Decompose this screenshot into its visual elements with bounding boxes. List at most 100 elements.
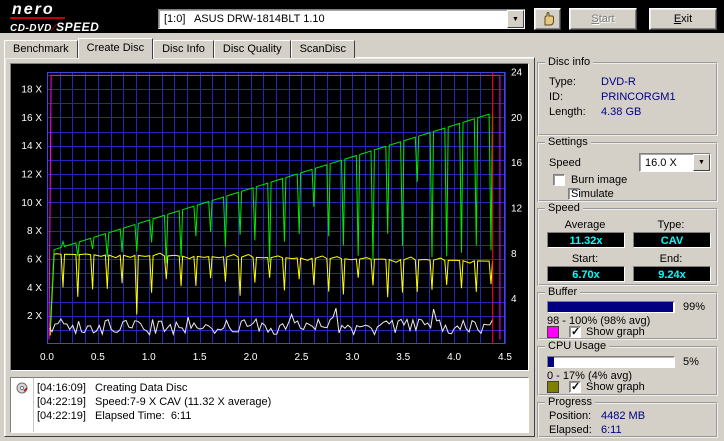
elapsed-row: Elapsed: 6:11 [549, 424, 712, 437]
position-label: Position: [549, 410, 592, 422]
svg-text:14 X: 14 X [21, 141, 42, 152]
drive-select-value: [1:0] ASUS DRW-1814BLT 1.10 [164, 13, 325, 25]
buffer-percent: 99% [683, 301, 706, 313]
log-message: Elapsed Time: 6:11 [95, 410, 192, 422]
position-row: Position: 4482 MB [549, 410, 712, 423]
start-button[interactable]: Start [569, 8, 637, 30]
burn-image-checkbox[interactable] [553, 174, 565, 186]
buffer-show-graph-checkbox[interactable] [569, 325, 581, 338]
settings-title: Settings [545, 136, 591, 148]
disc-type-value: DVD-R [601, 76, 636, 88]
svg-text:18 X: 18 X [21, 85, 42, 96]
app-window: nero CD-DVD⁄SPEED [1:0] ASUS DRW-1814BLT… [0, 0, 724, 441]
dropdown-arrow-icon[interactable]: ▼ [693, 154, 710, 171]
speed-stats-title: Speed [545, 202, 583, 214]
exit-button-label: Exit [673, 13, 693, 25]
cpu-color-swatch [547, 381, 559, 393]
tab-scandisc[interactable]: ScanDisc [290, 40, 356, 58]
svg-text:1.0: 1.0 [142, 352, 156, 363]
start-speed-value: 6.70x [547, 266, 625, 282]
settings-panel: Settings Speed 16.0 X ▼ Burn image Simul… [537, 136, 718, 202]
exit-button[interactable]: Exit [649, 8, 717, 30]
tab-disc-info[interactable]: Disc Info [153, 40, 214, 58]
svg-text:4: 4 [511, 294, 517, 305]
disc-length-value: 4.38 GB [601, 106, 642, 118]
cpu-panel: CPU Usage 5% 0 - 17% (4% avg) Show graph [537, 340, 718, 396]
tab-strip: Benchmark Create Disc Disc Info Disc Qua… [4, 37, 356, 59]
speed-select[interactable]: 16.0 X ▼ [639, 153, 711, 172]
burn-image-label: Burn image [571, 174, 628, 186]
speed-select-value: 16.0 X [645, 156, 677, 169]
speed-stats-panel: Speed Average Type: 11.32x CAV Start: En… [537, 202, 718, 286]
status-log: [04:16:09] Creating Data Disc [04:22:19]… [10, 377, 529, 433]
end-header: End: [659, 253, 683, 265]
buffer-panel: Buffer 99% 98 - 100% (98% avg) Show grap… [537, 286, 718, 340]
svg-text:4 X: 4 X [27, 283, 42, 294]
svg-text:8: 8 [511, 249, 517, 260]
svg-text:2 X: 2 X [27, 311, 42, 322]
disc-type-row: Type: DVD-R [549, 76, 712, 89]
log-row: [04:22:19] Elapsed Time: 6:11 [11, 409, 528, 423]
cpu-show-graph-checkbox[interactable] [569, 380, 581, 393]
elapsed-label: Elapsed: [549, 424, 592, 436]
speed-chart: 2 X 4 X 6 X 8 X 10 X 12 X 14 X 16 X 18 X 4 8 12 16 20… [10, 63, 529, 371]
log-timestamp: [04:22:19] [37, 410, 86, 422]
cpu-show-graph-label: Show graph [586, 381, 645, 393]
log-message: Creating Data Disc [95, 382, 188, 394]
progress-panel: Progress Position: 4482 MB Elapsed: 6:11 [537, 396, 718, 438]
speed-setting-label: Speed [549, 157, 581, 169]
buffer-progress-bar [547, 301, 675, 313]
log-timestamp: [04:22:19] [37, 396, 86, 408]
position-value: 4482 MB [601, 410, 646, 422]
svg-text:3.5: 3.5 [396, 352, 410, 363]
log-row: [04:22:19] Speed:7-9 X CAV (11.32 X aver… [11, 395, 528, 409]
hand-tool-button[interactable] [534, 8, 561, 30]
elapsed-value: 6:11 [601, 424, 622, 436]
end-speed-value: 9.24x [633, 266, 711, 282]
hand-icon [544, 11, 554, 26]
svg-text:10 X: 10 X [21, 198, 42, 209]
log-divider [33, 378, 34, 432]
disc-info-panel: Disc info Type: DVD-R ID: PRINCORGM1 Lengt… [537, 56, 718, 136]
average-header: Average [564, 219, 606, 231]
writing-disc-icon [11, 382, 33, 394]
tab-disc-quality[interactable]: Disc Quality [213, 40, 291, 58]
disc-id-label: ID: [549, 91, 564, 103]
disc-id-row: ID: PRINCORGM1 [549, 91, 712, 104]
svg-text:4.5: 4.5 [498, 352, 512, 363]
disc-info-title: Disc info [545, 56, 594, 68]
svg-text:0.5: 0.5 [91, 352, 105, 363]
log-row: [04:16:09] Creating Data Disc [11, 381, 528, 395]
nero-wordmark: nero [10, 2, 65, 19]
svg-text:16 X: 16 X [21, 113, 42, 124]
svg-text:12: 12 [511, 204, 523, 215]
svg-text:4.0: 4.0 [447, 352, 461, 363]
simulate-label: Simulate [571, 188, 614, 200]
buffer-title: Buffer [545, 286, 581, 298]
disc-type-label: Type: [549, 76, 576, 88]
drive-select[interactable]: [1:0] ASUS DRW-1814BLT 1.10 ▼ [158, 9, 525, 29]
svg-text:12 X: 12 X [21, 170, 42, 181]
cdvdspeed-wordmark: CD-DVD⁄SPEED [10, 20, 99, 34]
log-message: Speed:7-9 X CAV (11.32 X average) [95, 396, 272, 408]
svg-text:1.5: 1.5 [193, 352, 207, 363]
buffer-show-graph-label: Show graph [586, 326, 645, 338]
progress-title: Progress [545, 396, 596, 408]
dropdown-arrow-icon[interactable]: ▼ [507, 10, 524, 28]
red-slash-icon: ⁄ [52, 23, 56, 34]
tab-benchmark[interactable]: Benchmark [4, 40, 78, 58]
tab-create-disc[interactable]: Create Disc [77, 38, 154, 59]
speed-text: SPEED [56, 20, 100, 34]
log-timestamp: [04:16:09] [37, 382, 86, 394]
svg-text:20: 20 [511, 113, 523, 124]
cd-dvd-text: CD-DVD [10, 23, 52, 34]
top-toolbar: nero CD-DVD⁄SPEED [1:0] ASUS DRW-1814BLT… [0, 0, 724, 34]
svg-text:2.0: 2.0 [244, 352, 258, 363]
nero-logo: nero CD-DVD⁄SPEED [10, 2, 99, 34]
cpu-title: CPU Usage [545, 340, 610, 352]
speed-type-value: CAV [633, 232, 711, 248]
svg-text:3.0: 3.0 [345, 352, 359, 363]
svg-text:16: 16 [511, 158, 523, 169]
start-button-label: Start [591, 13, 615, 25]
buffer-color-swatch [547, 326, 559, 338]
